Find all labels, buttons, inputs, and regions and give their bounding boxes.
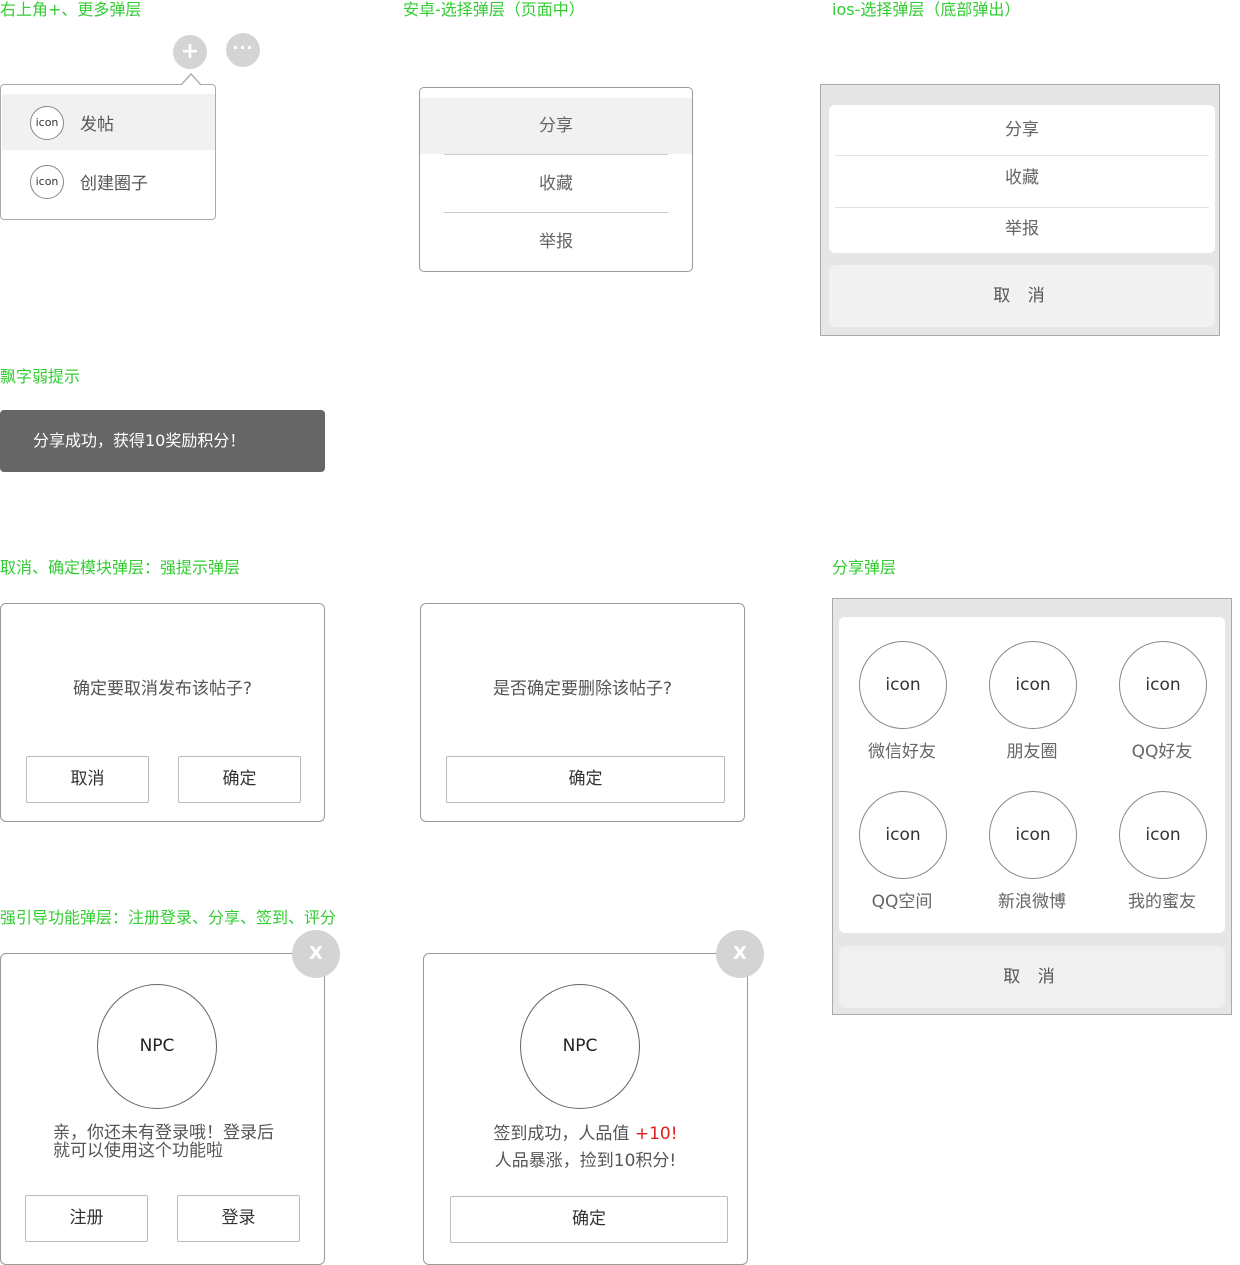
section-title-android-select: 安卓-选择弹层（页面中） [403,0,585,19]
ios-action-sheet: 分享 收藏 举报 取 消 [820,84,1220,336]
ios-cancel-button[interactable]: 取 消 [829,265,1215,327]
create-circle-icon: icon [30,165,64,199]
menu-item-create-circle[interactable]: icon 创建圈子 [2,153,215,209]
menu-item-label: 发帖 [80,115,114,135]
share-label: QQ好友 [1131,742,1193,762]
guide-message-line2: 就可以使用这个功能啦 [53,1141,223,1161]
guide-dialog-checkin: NPC 签到成功，人品值 +10! 人品暴涨，捡到10积分! 确定 [423,953,748,1265]
weibo-icon: icon [989,791,1077,879]
dialog-message: 确定要取消发布该帖子? [72,679,253,699]
guide-message-line2: 人品暴涨，捡到10积分! [494,1151,677,1171]
ios-option-favorite[interactable]: 收藏 [829,153,1215,203]
qq-icon: icon [1119,641,1207,729]
android-option-favorite[interactable]: 收藏 [420,156,692,212]
guide-dialog-login: NPC 亲，你还未有登录哦！登录后 就可以使用这个功能啦 注册 登录 [0,953,325,1265]
share-label: 新浪微博 [998,892,1066,912]
section-title-share: 分享弹层 [832,558,897,577]
confirm-button[interactable]: 确定 [178,756,301,803]
plus-button[interactable]: + [173,35,207,69]
share-label: 我的蜜友 [1128,892,1196,912]
moments-icon: icon [989,641,1077,729]
score-highlight: +10! [634,1124,678,1144]
guide-message-line1: 亲，你还未有登录哦！登录后 [53,1123,274,1143]
guide-message-line1: 签到成功，人品值 +10! [424,1125,747,1143]
ios-options-group: 分享 收藏 举报 [829,105,1215,253]
share-cancel-button[interactable]: 取 消 [839,946,1225,1008]
popover-menu: icon 发帖 icon 创建圈子 [0,84,216,220]
confirm-dialog-delete-post: 是否确定要删除该帖子? 确定 [420,603,745,822]
android-select-dialog: 分享 收藏 举报 [419,87,693,272]
qzone-icon: icon [859,791,947,879]
share-label: QQ空间 [871,892,933,912]
close-icon[interactable]: X [716,930,764,978]
section-title-guide: 强引导功能弹层：注册登录、分享、签到、评分 [0,908,337,927]
toast-message: 分享成功，获得10奖励积分！ [0,410,325,472]
more-button[interactable]: ··· [226,33,260,67]
section-title-toast: 飘字弱提示 [0,367,81,386]
popover-arrow-inner [181,75,201,86]
npc-avatar: NPC [97,984,217,1109]
npc-avatar: NPC [520,984,640,1109]
cancel-button[interactable]: 取消 [26,756,149,803]
close-icon[interactable]: X [292,930,340,978]
dialog-message: 是否确定要删除该帖子? [492,679,673,699]
friends-icon: icon [1119,791,1207,879]
menu-item-label: 创建圈子 [80,174,148,194]
checkin-text: 签到成功，人品值 [493,1124,635,1144]
android-option-report[interactable]: 举报 [420,214,692,270]
share-label: 微信好友 [868,742,936,762]
divider [444,212,668,213]
register-button[interactable]: 注册 [25,1195,148,1242]
section-title-ios-select: ios-选择弹层（底部弹出） [832,0,1021,19]
confirm-button[interactable]: 确定 [450,1196,728,1243]
ios-option-report[interactable]: 举报 [829,204,1215,254]
section-title-confirm: 取消、确定模块弹层：强提示弹层 [0,558,241,577]
wechat-icon: icon [859,641,947,729]
section-title-top-menu: 右上角+、更多弹层 [0,0,142,19]
login-button[interactable]: 登录 [177,1195,300,1242]
divider [444,154,668,155]
share-panel: icon 微信好友 icon 朋友圈 icon QQ好友 icon QQ空间 i… [839,617,1225,933]
android-option-share[interactable]: 分享 [420,98,692,154]
share-sheet: icon 微信好友 icon 朋友圈 icon QQ好友 icon QQ空间 i… [832,598,1232,1015]
ios-option-share[interactable]: 分享 [829,105,1215,155]
confirm-button[interactable]: 确定 [446,756,725,803]
menu-item-post[interactable]: icon 发帖 [2,94,215,150]
share-label: 朋友圈 [1006,742,1058,762]
confirm-dialog-cancel-post: 确定要取消发布该帖子? 取消 确定 [0,603,325,822]
post-icon: icon [30,106,64,140]
